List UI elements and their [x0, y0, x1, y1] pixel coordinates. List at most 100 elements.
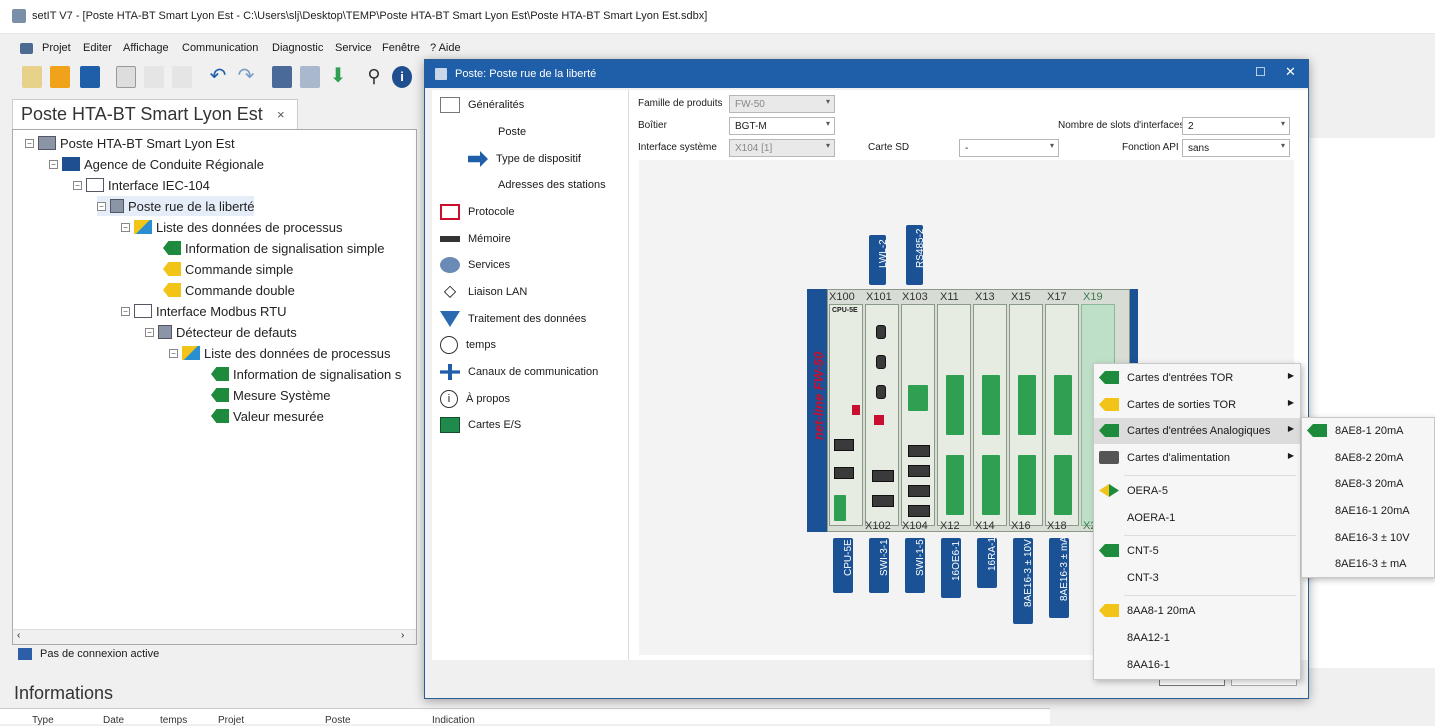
col-type[interactable]: Type	[32, 715, 54, 726]
nav-generalites[interactable]: Généralités	[440, 96, 524, 114]
menu-aoera-1[interactable]: AOERA-1	[1094, 505, 1300, 531]
nav-a-propos[interactable]: iÀ propos	[440, 390, 510, 408]
tag-8ae16-3-ma[interactable]: 8AE16-3 ± mA	[1049, 536, 1070, 618]
tag-rs485-2[interactable]: RS485-2	[906, 225, 926, 285]
close-tab-icon[interactable]: ×	[277, 107, 285, 122]
tree-node-poste[interactable]: − Poste HTA-BT Smart Lyon Est	[25, 133, 235, 153]
new-file-icon[interactable]	[22, 66, 42, 88]
boitier-select[interactable]: BGT-M ▾	[729, 117, 835, 135]
document-tab[interactable]: Poste HTA-BT Smart Lyon Est ×	[12, 99, 298, 129]
nav-poste[interactable]: Poste	[498, 123, 526, 141]
search-icon[interactable]: ⚲	[364, 66, 384, 88]
disconnect-icon[interactable]	[300, 66, 320, 88]
tree-node-valeur-mesuree[interactable]: Valeur mesurée	[211, 406, 324, 426]
tag-swi-1-5[interactable]: SWI-1-5	[905, 538, 926, 593]
nav-traitement[interactable]: Traitement des données	[440, 310, 586, 328]
info-icon[interactable]: i	[392, 66, 412, 88]
tree-node-agence[interactable]: − Agence de Conduite Régionale	[49, 154, 264, 174]
tree-node-liste-donnees-2[interactable]: − Liste des données de processus	[169, 343, 390, 363]
close-icon[interactable]: ✕	[1285, 64, 1296, 80]
tree-node-mesure-systeme[interactable]: Mesure Système	[211, 385, 331, 405]
menu-8aa8-1[interactable]: 8AA8-1 20mA	[1094, 598, 1300, 624]
tag-8ae16-3-10v[interactable]: 8AE16-3 ± 10V	[1013, 538, 1034, 624]
module-16ra-1[interactable]	[973, 304, 1007, 526]
menu-projet[interactable]: Projet	[42, 42, 71, 54]
menu-affichage[interactable]: Affichage	[123, 42, 169, 54]
menu-cnt-3[interactable]: CNT-3	[1094, 565, 1300, 591]
module-16oe6-1[interactable]	[937, 304, 971, 526]
connect-icon[interactable]	[272, 66, 292, 88]
menu-oera-5[interactable]: OERA-5	[1094, 478, 1300, 504]
submenu-8ae16-3-10v[interactable]: 8AE16-3 ± 10V	[1302, 525, 1434, 551]
menu-cnt-5[interactable]: CNT-5	[1094, 538, 1300, 564]
tree-node-info-signalisation[interactable]: Information de signalisation simple	[163, 238, 384, 258]
menu-fenetre[interactable]: Fenêtre	[382, 42, 420, 54]
copy-icon[interactable]	[144, 66, 164, 88]
tree-node-poste-liberte[interactable]: − Poste rue de la liberté	[97, 196, 255, 216]
paste-icon[interactable]	[172, 66, 192, 88]
nav-cartes-es[interactable]: Cartes E/S	[440, 416, 521, 434]
menu-8aa16-1[interactable]: 8AA16-1	[1094, 652, 1300, 678]
collapse-icon[interactable]: −	[121, 222, 130, 232]
open-folder-icon[interactable]	[50, 66, 70, 88]
tree-node-commande-double[interactable]: Commande double	[163, 280, 295, 300]
tree-node-commande-simple[interactable]: Commande simple	[163, 259, 293, 279]
tag-lwl-2[interactable]: LWL-2	[869, 235, 889, 285]
collapse-icon[interactable]: −	[73, 180, 82, 190]
submenu-8ae16-1[interactable]: 8AE16-1 20mA	[1302, 498, 1434, 524]
nav-canaux[interactable]: Canaux de communication	[440, 363, 598, 381]
nav-temps[interactable]: temps	[440, 336, 496, 354]
submenu-8ae8-3[interactable]: 8AE8-3 20mA	[1302, 471, 1434, 497]
nav-services[interactable]: Services	[440, 256, 510, 274]
save-icon[interactable]	[80, 66, 100, 88]
nav-type-dispositif[interactable]: Type de dispositif	[468, 150, 581, 168]
submenu-8ae16-3-ma[interactable]: 8AE16-3 ± mA	[1302, 551, 1434, 577]
scroll-right-icon[interactable]: ›	[401, 630, 404, 641]
tree-node-modbus[interactable]: − Interface Modbus RTU	[121, 301, 287, 321]
collapse-icon[interactable]: −	[121, 306, 130, 316]
undo-icon[interactable]: ↶	[208, 66, 228, 88]
api-select[interactable]: sans ▾	[1182, 139, 1290, 157]
module-swi-1-5[interactable]	[901, 304, 935, 526]
redo-icon[interactable]: ↷	[236, 66, 256, 88]
col-poste[interactable]: Poste	[325, 715, 351, 726]
col-indication[interactable]: Indication	[432, 715, 475, 726]
menu-editer[interactable]: Editer	[83, 42, 112, 54]
tag-swi-3-1[interactable]: SWI-3-1	[869, 538, 890, 593]
carte-sd-select[interactable]: - ▾	[959, 139, 1059, 157]
col-projet[interactable]: Projet	[218, 715, 244, 726]
submenu-8ae8-2[interactable]: 8AE8-2 20mA	[1302, 445, 1434, 471]
nav-memoire[interactable]: Mémoire	[440, 230, 511, 248]
collapse-icon[interactable]: −	[49, 159, 58, 169]
menu-communication[interactable]: Communication	[182, 42, 258, 54]
tag-16ra-1[interactable]: 16RA-1	[977, 537, 998, 588]
collapse-icon[interactable]: −	[169, 348, 178, 358]
menu-cartes-alimentation[interactable]: Cartes d'alimentation ▶	[1094, 445, 1300, 471]
nav-liaison-lan[interactable]: ◇ Liaison LAN	[440, 283, 527, 301]
collapse-icon[interactable]: −	[145, 327, 154, 337]
module-swi-3-1[interactable]	[865, 304, 899, 526]
cut-icon[interactable]	[116, 66, 136, 88]
menu-cartes-entrees-tor[interactable]: Cartes d'entrées TOR ▶	[1094, 365, 1300, 391]
menu-8aa12-1[interactable]: 8AA12-1	[1094, 625, 1300, 651]
menu-service[interactable]: Service	[335, 42, 372, 54]
menu-cartes-sorties-tor[interactable]: Cartes de sorties TOR ▶	[1094, 392, 1300, 418]
tree-node-liste-donnees[interactable]: − Liste des données de processus	[121, 217, 342, 237]
download-icon[interactable]: ⬇	[328, 66, 348, 88]
tag-16oe6-1[interactable]: 16OE6-1	[941, 538, 962, 598]
menu-aide[interactable]: ? Aide	[430, 42, 461, 54]
module-8ae16-3-10v[interactable]	[1009, 304, 1043, 526]
famille-select[interactable]: FW-50 ▾	[729, 95, 835, 113]
module-8ae16-3-ma[interactable]	[1045, 304, 1079, 526]
menu-diagnostic[interactable]: Diagnostic	[272, 42, 323, 54]
nav-protocole[interactable]: Protocole	[440, 203, 514, 221]
col-temps[interactable]: temps	[160, 715, 187, 726]
tree-node-detecteur[interactable]: − Détecteur de defauts	[145, 322, 297, 342]
scroll-left-icon[interactable]: ‹	[17, 630, 20, 641]
tree-node-info-signalisation-2[interactable]: Information de signalisation s	[211, 364, 401, 384]
tag-cpu-5e[interactable]: CPU-5E	[833, 538, 854, 593]
slots-select[interactable]: 2 ▾	[1182, 117, 1290, 135]
collapse-icon[interactable]: −	[25, 138, 34, 148]
maximize-icon[interactable]: ☐	[1255, 65, 1266, 79]
col-date[interactable]: Date	[103, 715, 124, 726]
